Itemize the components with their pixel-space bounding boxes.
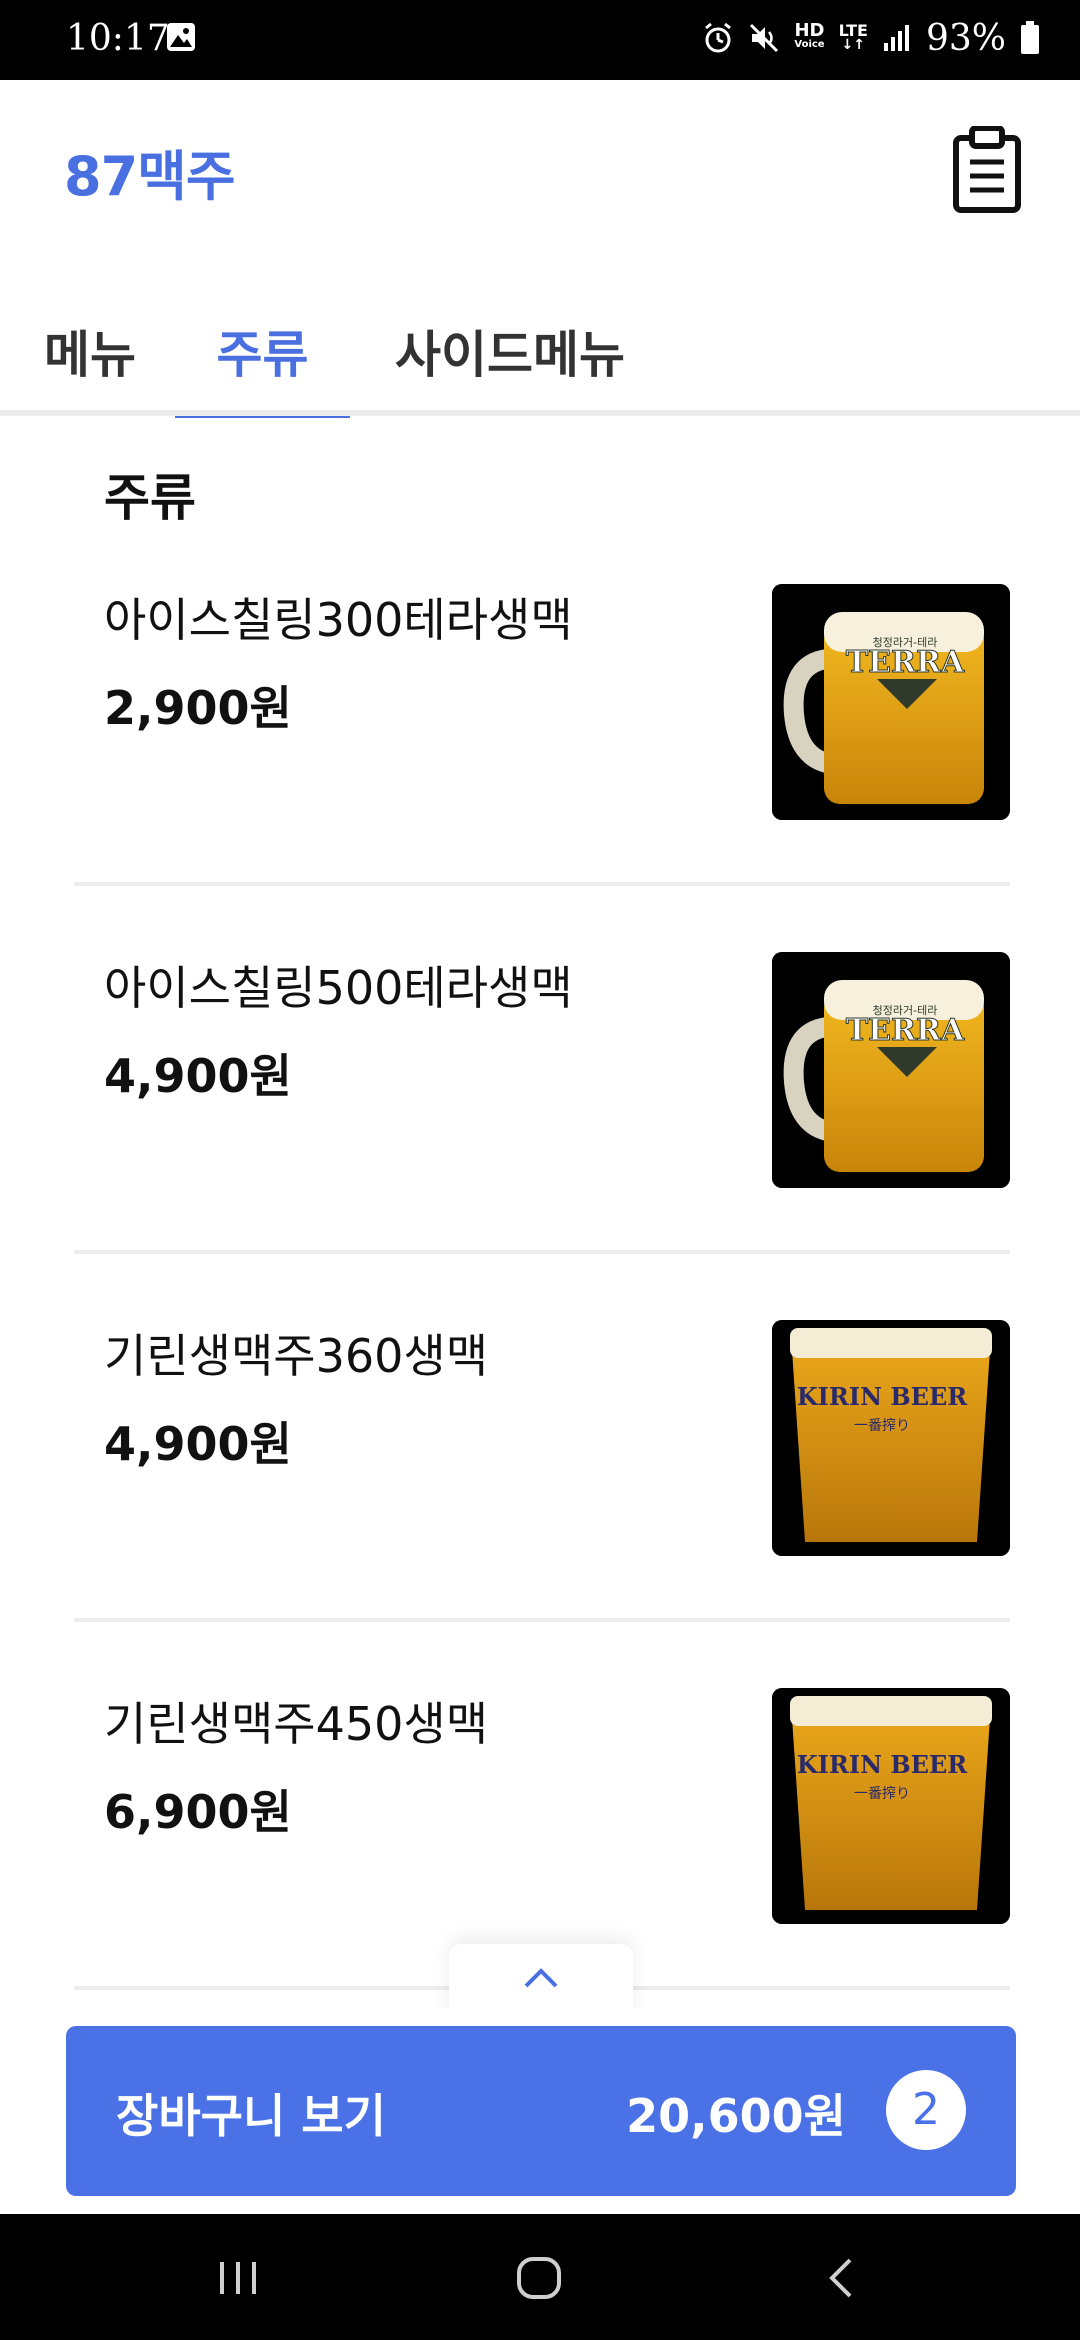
svg-text:TERRA: TERRA: [846, 1013, 965, 1048]
cart-label: 장바구니 보기: [116, 2089, 386, 2143]
svg-text:KIRIN BEER: KIRIN BEER: [797, 1750, 968, 1779]
tab-liquor[interactable]: 주류: [175, 310, 350, 414]
item-name: 아이스칠링300테라생맥: [104, 593, 573, 647]
category-tabs: 메뉴 주류 사이드메뉴: [0, 310, 1080, 418]
svg-text:청정라거-테라: 청정라거-테라: [873, 636, 938, 649]
hd-voice-indicator: HD Voice: [794, 20, 825, 51]
status-bar: 10:17 HD Voice LTE ↓↑ 93%: [0, 0, 1080, 80]
order-history-icon[interactable]: [952, 126, 1022, 214]
alarm-icon: [705, 22, 732, 53]
app-title: 87맥주: [64, 145, 236, 208]
chevron-up-icon: [524, 1968, 558, 1988]
tabs-divider: [0, 410, 1080, 416]
status-icons: HD Voice LTE ↓↑ 93%: [702, 16, 1040, 60]
system-nav-bar: [0, 2214, 1080, 2340]
svg-text:一番搾り: 一番搾り: [854, 1785, 910, 1802]
item-price: 6,900원: [104, 1785, 292, 1839]
menu-item[interactable]: 기린생맥주360생맥 4,900원 KIRIN BEER 一番搾り: [74, 1320, 1010, 1688]
item-divider: [74, 882, 1010, 886]
svg-text:청정라거-테라: 청정라거-테라: [873, 1004, 938, 1017]
menu-item[interactable]: 아이스칠링300테라생맥 2,900원 TERRA 청정라거-테라: [74, 584, 1010, 952]
menu-item[interactable]: 아이스칠링500테라생맥 4,900원 TERRA 청정라거-테라: [74, 952, 1010, 1320]
item-name: 아이스칠링500테라생맥: [104, 961, 573, 1015]
recent-apps-icon[interactable]: [216, 2258, 260, 2298]
item-price: 4,900원: [104, 1049, 292, 1103]
item-image: TERRA 청정라거-테라: [772, 952, 1010, 1188]
item-name: 기린생맥주360생맥: [104, 1329, 489, 1383]
item-price: 2,900원: [104, 681, 292, 735]
item-price: 4,900원: [104, 1417, 292, 1471]
back-icon[interactable]: [826, 2256, 856, 2300]
home-icon[interactable]: [516, 2256, 562, 2300]
battery-icon: [1021, 21, 1039, 54]
signal-icon: [883, 25, 909, 51]
view-cart-button[interactable]: 장바구니 보기 20,600원 2: [66, 2026, 1016, 2196]
item-image: TERRA 청정라거-테라: [772, 584, 1010, 820]
lte-indicator: LTE ↓↑: [838, 21, 868, 53]
item-divider: [74, 1618, 1010, 1622]
battery-percent: 93%: [925, 17, 1006, 59]
svg-text:TERRA: TERRA: [846, 645, 965, 680]
item-image: KIRIN BEER 一番搾り: [772, 1688, 1010, 1924]
tab-menu[interactable]: 메뉴: [40, 310, 140, 414]
cart-total: 20,600원: [626, 2089, 846, 2143]
image-notification-icon: [167, 23, 195, 51]
item-image: KIRIN BEER 一番搾り: [772, 1320, 1010, 1556]
svg-text:KIRIN BEER: KIRIN BEER: [797, 1382, 968, 1411]
item-name: 기린생맥주450생맥: [104, 1697, 489, 1751]
cart-count-badge: 2: [886, 2070, 966, 2150]
svg-text:一番搾り: 一番搾り: [854, 1417, 910, 1434]
scroll-to-top-button[interactable]: [449, 1944, 633, 2018]
status-time: 10:17: [66, 18, 170, 59]
mute-icon: [750, 23, 779, 53]
tab-side-menu[interactable]: 사이드메뉴: [390, 310, 630, 414]
item-divider: [74, 1250, 1010, 1254]
section-title: 주류: [104, 469, 196, 527]
